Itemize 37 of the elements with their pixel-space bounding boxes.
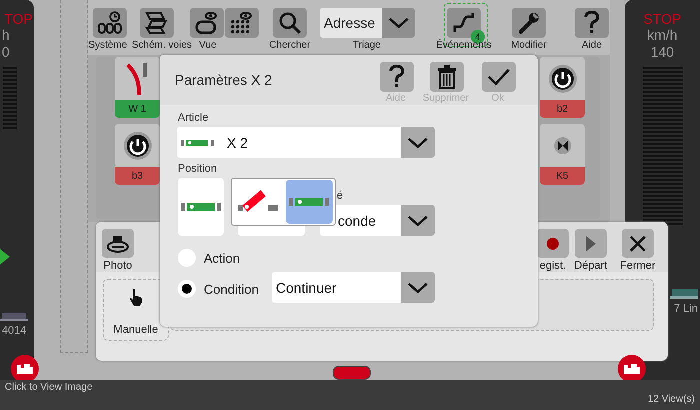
field-label: é — [337, 190, 344, 202]
toolbar-label: Modifier — [511, 40, 547, 51]
toolbar-label: egist. — [540, 260, 566, 272]
speed-value: 140 — [650, 44, 674, 61]
toolbar-label: Fermer — [620, 260, 656, 272]
toolbar-label: Aide — [582, 40, 602, 51]
toolbar-label: Schém. voies — [132, 40, 192, 51]
view-count: 12 View(s) — [648, 394, 695, 405]
tile-label: Manuelle — [114, 324, 158, 336]
speed-value: 0 — [2, 44, 10, 61]
field-label: Article — [178, 112, 209, 124]
dialog-title: Paramètres X 2 — [175, 72, 272, 88]
tile-label: b2 — [540, 100, 585, 118]
radio-label: Condition — [204, 282, 259, 296]
toolbar-label: Départ — [574, 260, 608, 272]
speed-unit: km/h — [647, 27, 678, 44]
field-label: Position — [178, 163, 218, 175]
toolbar-label: Vue — [199, 40, 217, 51]
delay-dropdown[interactable]: conde — [320, 205, 435, 236]
tile-label: K5 — [540, 167, 585, 185]
tile-label: W 1 — [115, 100, 160, 118]
stop-label: STOP — [644, 11, 682, 27]
speed-unit: h — [2, 27, 10, 44]
caption: Click to View Image — [5, 382, 93, 393]
toolbar-label: Photo — [104, 260, 132, 272]
condition-dropdown[interactable]: Continuer — [272, 272, 435, 303]
toolbar-label: Chercher — [269, 40, 311, 51]
toolbar-label: Événements — [436, 40, 492, 51]
radio-label: Action — [204, 250, 240, 266]
turnout-tile[interactable]: W 1 — [115, 57, 160, 118]
article-dropdown[interactable]: X 2 — [177, 127, 435, 158]
toolbar-label: Système — [88, 40, 128, 51]
tile-label: b3 — [115, 167, 160, 185]
locomotive-name: 7 Lin — [674, 303, 698, 315]
stop-label: TOP — [4, 11, 33, 27]
address-label: Triage — [353, 40, 381, 51]
locomotive-name: 4014 — [2, 325, 26, 337]
